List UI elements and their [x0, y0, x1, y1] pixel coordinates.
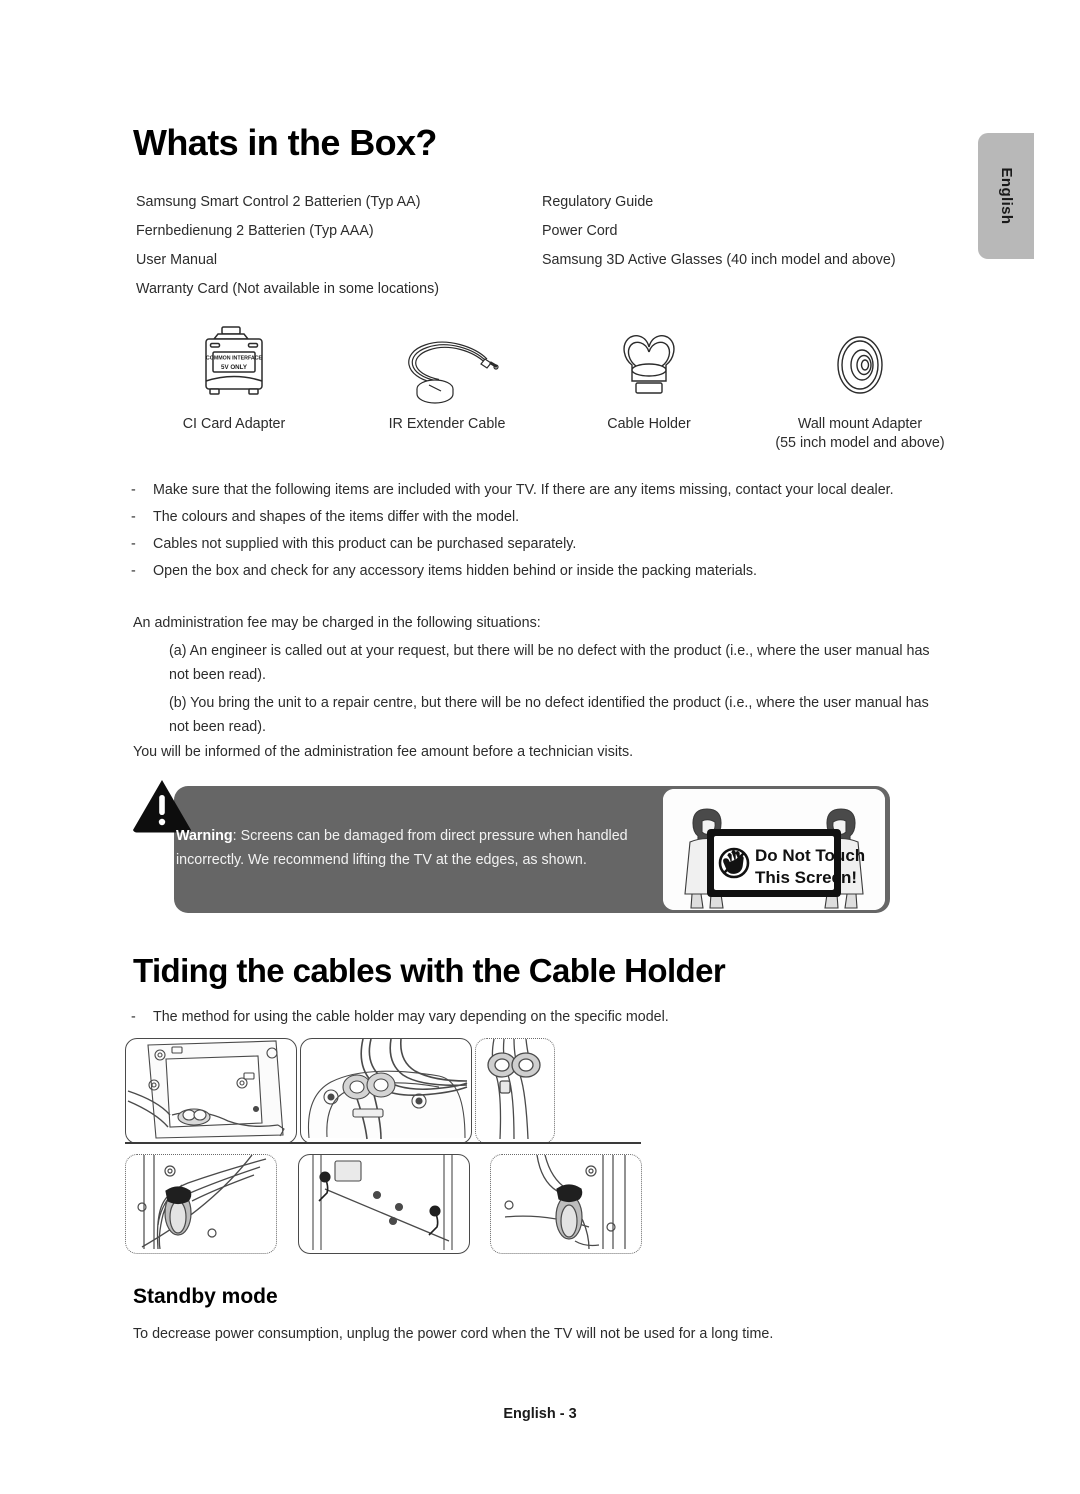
note-item-1: - The colours and shapes of the items dif… [131, 508, 519, 527]
section-divider [125, 1142, 641, 1144]
warning-body: : Screens can be damaged from direct pre… [176, 828, 628, 868]
do-not-touch-graphic: Do Not Touch This Screen! [663, 789, 885, 910]
language-tab-label: English [998, 167, 1015, 225]
box-item-right-2: Samsung 3D Active Glasses (40 inch model… [542, 252, 896, 268]
bullet-dash-icon: - [131, 1009, 136, 1025]
accessory-wall-mount-adapter: Wall mount Adapter (55 inch model and ab… [765, 325, 955, 453]
bullet-dash-icon: - [131, 563, 136, 579]
page-title-standby-mode: Standby mode [133, 1285, 278, 1308]
box-item-right-1: Power Cord [542, 223, 618, 239]
cable-illustration-panel-3 [475, 1038, 555, 1144]
cable-holder-icon [575, 325, 723, 407]
document-page: English Whats in the Box? Samsung Smart … [0, 0, 1080, 1494]
cable-illustration-panel-1 [125, 1038, 297, 1144]
page-title-tiding-cables: Tiding the cables with the Cable Holder [133, 952, 726, 989]
accessory-sublabel-text-3: (55 inch model and above) [775, 435, 945, 451]
box-item-left-2: User Manual [136, 252, 218, 268]
note-text-0: Make sure that the following items are i… [153, 482, 894, 498]
ci-card-adapter-art-text-top: COMMON INTERFACE [206, 356, 263, 362]
cables-note-text: The method for using the cable holder ma… [153, 1009, 669, 1025]
note-item-2: - Cables not supplied with this product c… [131, 535, 576, 554]
box-item-left-0: Samsung Smart Control 2 Batterien (Typ A… [136, 194, 421, 210]
standby-mode-text: To decrease power consumption, unplug th… [133, 1326, 774, 1342]
ci-card-adapter-art-text-bottom: 5V ONLY [221, 364, 248, 371]
accessory-label-ir-extender-cable: IR Extender Cable [368, 415, 526, 434]
accessory-cable-holder: Cable Holder [575, 325, 723, 434]
admin-fee-outro: You will be informed of the administrati… [133, 744, 634, 760]
accessory-ir-extender-cable: IR Extender Cable [368, 325, 526, 434]
cable-illustration-panel-5 [298, 1154, 470, 1254]
accessory-label-text-3: Wall mount Adapter [797, 416, 923, 432]
cable-illustration-panel-4 [125, 1154, 277, 1254]
box-item-left-1: Fernbedienung 2 Batterien (Typ AAA) [136, 223, 374, 239]
note-text-2: Cables not supplied with this product ca… [153, 536, 577, 552]
ci-card-adapter-icon: COMMON INTERFACE 5V ONLY [155, 325, 313, 407]
note-item-3: - Open the box and check for any accessor… [131, 562, 757, 581]
bullet-dash-icon: - [131, 536, 136, 552]
admin-fee-case-a: (a) An engineer is called out at your re… [169, 643, 930, 683]
accessory-label-text-1: IR Extender Cable [388, 416, 506, 432]
accessory-ci-card-adapter: COMMON INTERFACE 5V ONLY CI Card Adapter [155, 325, 313, 434]
page-title-whats-in-the-box: Whats in the Box? [133, 122, 437, 163]
note-text-1: The colours and shapes of the items diff… [153, 509, 520, 525]
accessory-label-ci-card-adapter: CI Card Adapter [155, 415, 313, 434]
note-text-3: Open the box and check for any accessory… [153, 563, 757, 579]
admin-fee-case-b: (b) You bring the unit to a repair centr… [169, 695, 929, 735]
box-item-right-0: Regulatory Guide [542, 194, 654, 210]
accessory-label-wall-mount-adapter: Wall mount Adapter (55 inch model and ab… [765, 415, 955, 453]
ir-extender-cable-icon [368, 325, 526, 407]
note-item-0: - Make sure that the following items are … [131, 481, 894, 500]
admin-fee-intro: An administration fee may be charged in … [133, 615, 541, 631]
bullet-dash-icon: - [131, 509, 136, 525]
warning-message: Warning: Screens can be damaged from dir… [176, 824, 646, 872]
accessory-label-text-2: Cable Holder [607, 416, 691, 432]
do-not-touch-line-2: This Screen! [755, 868, 857, 887]
warning-label: Warning [176, 828, 233, 844]
do-not-touch-line-1: Do Not Touch [755, 846, 865, 865]
wall-mount-adapter-icon [765, 325, 955, 407]
box-item-left-3: Warranty Card (Not available in some loc… [136, 281, 439, 297]
cable-illustration-panel-6 [490, 1154, 642, 1254]
page-footer: English - 3 [503, 1406, 577, 1422]
cable-illustration-panel-2 [300, 1038, 472, 1144]
cables-note: - The method for using the cable holder m… [131, 1008, 669, 1027]
language-tab: English [978, 133, 1034, 259]
bullet-dash-icon: - [131, 482, 136, 498]
accessory-label-cable-holder: Cable Holder [575, 415, 723, 434]
accessory-label-text-0: CI Card Adapter [182, 416, 286, 432]
